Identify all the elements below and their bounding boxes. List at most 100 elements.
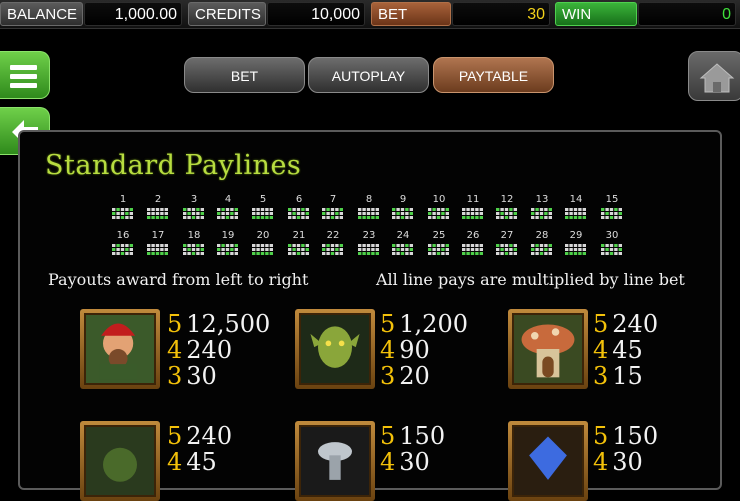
payout-amount: 240 [612, 310, 659, 338]
home-icon [699, 63, 735, 93]
payout-count: 5 [167, 310, 183, 338]
hamburger-icon [10, 65, 37, 88]
payline-diagram-icon [428, 208, 449, 219]
payline-diagram-icon [147, 244, 168, 255]
payline-number: 4 [224, 194, 232, 205]
bet-value: 30 [452, 2, 550, 26]
payout-amount: 150 [612, 422, 659, 450]
payout-count: 5 [593, 310, 609, 338]
payline-diagram-icon [183, 208, 204, 219]
menu-button[interactable] [0, 51, 50, 99]
payline-diagram-icon [288, 244, 309, 255]
payout-row: 4 45 [593, 337, 643, 363]
mushroom-house-symbol-icon [508, 309, 588, 389]
payout-count: 4 [380, 448, 396, 476]
payline-number: 8 [365, 194, 373, 205]
payline-diagram-icon [322, 208, 343, 219]
payline-diagram-icon [392, 208, 413, 219]
payline-diagram-icon [358, 208, 379, 219]
payline-diagram-icon [252, 244, 273, 255]
payout-amount: 30 [399, 448, 430, 476]
payout-amount: 150 [399, 422, 446, 450]
bet-label: BET [371, 2, 451, 26]
payline-number: 23 [362, 230, 376, 241]
payline-diagram-icon [462, 244, 483, 255]
payline-number: 2 [154, 194, 162, 205]
payline-diagram-icon [112, 208, 133, 219]
payline-diagram-icon [462, 208, 483, 219]
status-bar: BALANCE 1,000.00 CREDITS 10,000 BET 30 W… [0, 0, 740, 29]
autoplay-tab[interactable]: AUTOPLAY [308, 57, 429, 93]
payline-number: 24 [396, 230, 410, 241]
payline-number: 18 [187, 230, 201, 241]
payline-number: 26 [466, 230, 480, 241]
payline-number: 9 [399, 194, 407, 205]
goblin-symbol-icon [295, 309, 375, 389]
paytable-tab[interactable]: PAYTABLE [433, 57, 554, 93]
payline-number: 10 [432, 194, 446, 205]
payout-amount: 45 [186, 448, 217, 476]
payout-count: 4 [593, 448, 609, 476]
payout-amount: 240 [186, 422, 233, 450]
payout-row: 5 12,500 [167, 311, 270, 337]
payout-amount: 12,500 [186, 310, 271, 338]
home-button[interactable] [688, 51, 740, 101]
payout-amount: 1,200 [399, 310, 468, 338]
payout-amount: 240 [186, 336, 233, 364]
payout-count: 4 [167, 336, 183, 364]
line-bet-note: All line pays are multiplied by line bet [376, 270, 685, 289]
payline-number: 1 [119, 194, 127, 205]
payline-number: 25 [432, 230, 446, 241]
payline-number: 6 [295, 194, 303, 205]
balance-value: 1,000.00 [84, 2, 182, 26]
payline-diagram-icon [531, 244, 552, 255]
payout-row: 3 20 [380, 363, 430, 389]
payline-diagram-icon [322, 244, 343, 255]
payline-number: 17 [151, 230, 165, 241]
payout-row: 5 150 [380, 423, 445, 449]
payline-number: 13 [535, 194, 549, 205]
payline-diagram-icon [428, 244, 449, 255]
payline-diagram-icon [358, 244, 379, 255]
payout-row: 4 240 [167, 337, 232, 363]
payout-row: 3 30 [167, 363, 217, 389]
payline-diagram-icon [601, 208, 622, 219]
payout-count: 4 [593, 336, 609, 364]
payout-count: 5 [380, 310, 396, 338]
payline-diagram-icon [565, 244, 586, 255]
payout-count: 4 [380, 336, 396, 364]
payout-row: 4 90 [380, 337, 430, 363]
payout-row: 5 150 [593, 423, 658, 449]
payline-number: 7 [329, 194, 337, 205]
payout-count: 5 [380, 422, 396, 450]
payline-number: 12 [500, 194, 514, 205]
payline-diagram-icon [147, 208, 168, 219]
payline-number: 19 [221, 230, 235, 241]
silver-goblet-symbol-icon [295, 421, 375, 501]
payline-diagram-icon [252, 208, 273, 219]
payout-amount: 45 [612, 336, 643, 364]
payout-row: 5 1,200 [380, 311, 468, 337]
payout-row: 4 45 [167, 449, 217, 475]
payout-amount: 90 [399, 336, 430, 364]
credits-value: 10,000 [267, 2, 365, 26]
win-label: WIN [555, 2, 637, 26]
payout-row: 4 30 [593, 449, 643, 475]
payline-number: 20 [256, 230, 270, 241]
payline-diagram-icon [392, 244, 413, 255]
payout-amount: 30 [186, 362, 217, 390]
payline-number: 28 [535, 230, 549, 241]
bet-tab[interactable]: BET [184, 57, 305, 93]
payline-diagram-icon [601, 244, 622, 255]
payline-diagram-icon [288, 208, 309, 219]
payout-direction-note: Payouts award from left to right [48, 270, 309, 289]
payout-count: 3 [380, 362, 396, 390]
payout-count: 5 [167, 422, 183, 450]
payline-number: 11 [466, 194, 480, 205]
payline-diagram-icon [217, 208, 238, 219]
payline-diagram-icon [183, 244, 204, 255]
payout-count: 5 [593, 422, 609, 450]
payline-number: 27 [500, 230, 514, 241]
payline-number: 16 [116, 230, 130, 241]
balance-label: BALANCE [0, 2, 83, 26]
